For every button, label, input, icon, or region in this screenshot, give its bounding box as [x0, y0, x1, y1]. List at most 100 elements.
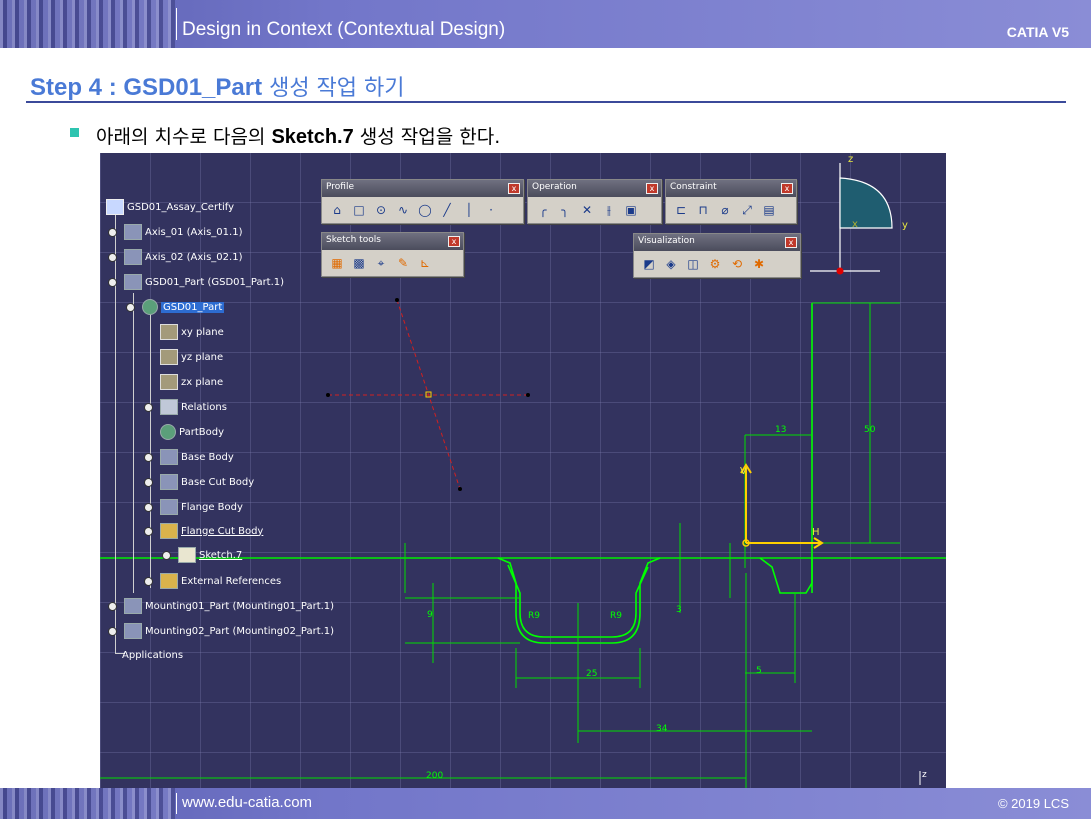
toolbar-sketch-tools[interactable]: Sketch tools x ▦ ▩ ⌖ ✎ ⊾ [321, 232, 464, 277]
snap-to-point-icon[interactable]: ▩ [350, 254, 368, 272]
part-icon [124, 598, 142, 614]
profile-right [759, 557, 813, 594]
collapse-toggle[interactable] [144, 527, 153, 536]
tree-item-xy-plane[interactable]: xy plane [160, 324, 224, 340]
close-icon[interactable]: x [646, 183, 658, 194]
project-3d-icon[interactable]: ▣ [622, 201, 640, 219]
close-icon[interactable]: x [781, 183, 793, 194]
toolbar-profile[interactable]: Profile x ⌂ □ ⊙ ∿ ◯ ╱ │ · [321, 179, 524, 224]
expand-toggle[interactable] [108, 253, 117, 262]
cut-part-by-sketch-plane-icon[interactable]: ◩ [640, 255, 658, 273]
product-icon [106, 199, 124, 215]
dimensional-constraints-icon[interactable]: ⊾ [416, 254, 434, 272]
constraint-icon[interactable]: ⊓ [694, 201, 712, 219]
spline-icon[interactable]: ∿ [394, 201, 412, 219]
step-underline [26, 101, 1066, 103]
grid-icon[interactable]: ▦ [328, 254, 346, 272]
close-icon[interactable]: x [508, 183, 520, 194]
tree-item-label: GSD01_Assay_Certify [127, 201, 235, 213]
dim-34-label[interactable]: 34 [656, 724, 667, 734]
dim-9-label[interactable]: 9 [427, 610, 433, 620]
fix-together-icon[interactable]: ⤢ [738, 201, 756, 219]
line-icon[interactable]: ╱ [438, 201, 456, 219]
construction-element-icon[interactable]: ⌖ [372, 254, 390, 272]
expand-toggle[interactable] [144, 503, 153, 512]
expand-toggle[interactable] [108, 627, 117, 636]
tree-item-base-body[interactable]: Base Body [160, 449, 234, 465]
diagnosis-icon[interactable]: ◫ [684, 255, 702, 273]
expand-toggle[interactable] [108, 228, 117, 237]
mirror-icon[interactable]: ⫲ [600, 201, 618, 219]
tree-item-base-cut-body[interactable]: Base Cut Body [160, 474, 254, 490]
rectangle-icon[interactable]: □ [350, 201, 368, 219]
step-title-en: Step 4 : GSD01_Part [30, 74, 263, 101]
axis-icon[interactable]: │ [460, 201, 478, 219]
tree-item-relations[interactable]: Relations [160, 399, 227, 415]
expand-toggle[interactable] [144, 403, 153, 412]
animate-constraint-icon[interactable]: ▤ [760, 201, 778, 219]
profile-icon[interactable]: ⌂ [328, 201, 346, 219]
geometrical-visualization-icon[interactable]: ⟲ [728, 255, 746, 273]
tree-item-sketch-7[interactable]: Sketch.7 [178, 547, 242, 563]
trim-icon[interactable]: ✕ [578, 201, 596, 219]
tree-item-applications[interactable]: Applications [122, 650, 183, 661]
toolbar-body: ╭ ╮ ✕ ⫲ ▣ [528, 197, 661, 223]
catia-viewport[interactable]: z y x V H 13 50 25 34 5 200 9 3 R9 R9 z … [100, 153, 946, 788]
tree-item-flange-cut-body[interactable]: Flange Cut Body [160, 523, 263, 539]
tree-item-flange-body[interactable]: Flange Body [160, 499, 243, 515]
geometric-constraints-icon[interactable]: ✎ [394, 254, 412, 272]
toolbar-operation[interactable]: Operation x ╭ ╮ ✕ ⫲ ▣ [527, 179, 662, 224]
expand-toggle[interactable] [144, 478, 153, 487]
tree-item-partbody[interactable]: PartBody [160, 424, 224, 440]
tree-item-label: External References [181, 575, 282, 587]
low-light-icon[interactable]: ✱ [750, 255, 768, 273]
circle-icon[interactable]: ⊙ [372, 201, 390, 219]
dim-r9-label[interactable]: R9 [528, 611, 540, 621]
tree-item-mounting01[interactable]: Mounting01_Part (Mounting01_Part.1) [124, 598, 334, 614]
toolbar-constraint[interactable]: Constraint x ⊏ ⊓ ⌀ ⤢ ▤ [665, 179, 797, 224]
close-icon[interactable]: x [785, 237, 797, 248]
expand-toggle[interactable] [144, 453, 153, 462]
dim-13-label[interactable]: 13 [775, 425, 786, 435]
tree-item-axis-01[interactable]: Axis_01 (Axis_01.1) [124, 224, 242, 240]
collapse-toggle[interactable] [126, 303, 135, 312]
tree-item-yz-plane[interactable]: yz plane [160, 349, 223, 365]
tree-item-label: Axis_02 (Axis_02.1) [145, 251, 243, 263]
expand-toggle[interactable] [162, 551, 171, 560]
tree-item-gsd01-part-instance[interactable]: GSD01_Part (GSD01_Part.1) [124, 274, 284, 290]
dim-200-label[interactable]: 200 [426, 771, 443, 781]
tree-item-label: Flange Body [181, 501, 243, 513]
dimensional-visualization-icon[interactable]: ⚙ [706, 255, 724, 273]
dim-3-label[interactable]: 3 [676, 605, 682, 615]
dim-50-label[interactable]: 50 [864, 425, 875, 435]
corner-icon[interactable]: ╭ [534, 201, 552, 219]
dim-25-label[interactable]: 25 [586, 669, 597, 679]
construction-point [326, 393, 330, 397]
expand-toggle[interactable] [144, 577, 153, 586]
close-icon[interactable]: x [448, 236, 460, 247]
ellipse-icon[interactable]: ◯ [416, 201, 434, 219]
bullet-icon [70, 128, 79, 137]
expand-toggle[interactable] [108, 602, 117, 611]
dim-5-label[interactable]: 5 [756, 666, 762, 676]
toolbar-title-label: Constraint [670, 182, 717, 192]
tree-item-zx-plane[interactable]: zx plane [160, 374, 223, 390]
tree-item-external-references[interactable]: External References [160, 573, 281, 589]
constraint-dialog-icon[interactable]: ⊏ [672, 201, 690, 219]
tree-item-mounting02[interactable]: Mounting02_Part (Mounting02_Part.1) [124, 623, 334, 639]
tree-item-axis-02[interactable]: Axis_02 (Axis_02.1) [124, 249, 242, 265]
collapse-toggle[interactable] [108, 278, 117, 287]
tree-item-gsd01-part[interactable]: GSD01_Part [142, 299, 225, 315]
toolbar-title: Sketch tools x [322, 233, 463, 250]
toolbar-visualization[interactable]: Visualization x ◩ ◈ ◫ ⚙ ⟲ ✱ [633, 233, 801, 278]
footer-pattern [0, 788, 175, 819]
tree-connector [150, 313, 151, 588]
pick-visualization-icon[interactable]: ◈ [662, 255, 680, 273]
plane-icon [160, 324, 178, 340]
chamfer-icon[interactable]: ╮ [556, 201, 574, 219]
toolbar-title-label: Operation [532, 182, 577, 192]
tree-item-assembly[interactable]: GSD01_Assay_Certify [106, 199, 234, 215]
dim-r9-label[interactable]: R9 [610, 611, 622, 621]
point-icon[interactable]: · [482, 201, 500, 219]
contact-constraint-icon[interactable]: ⌀ [716, 201, 734, 219]
